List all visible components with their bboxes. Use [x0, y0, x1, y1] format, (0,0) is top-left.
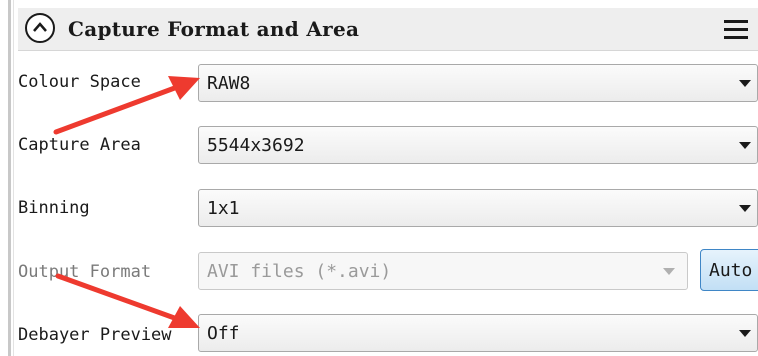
dropdown-arrow-icon — [739, 330, 751, 337]
dropdown-arrow-icon — [739, 142, 751, 149]
colour-space-value: RAW8 — [207, 73, 251, 94]
auto-button[interactable]: Auto — [700, 249, 758, 291]
binning-value: 1x1 — [207, 198, 240, 219]
colour-space-label: Colour Space — [18, 72, 141, 92]
capture-area-select[interactable]: 5544x3692 — [198, 126, 758, 164]
auto-button-label: Auto — [709, 260, 753, 281]
panel-title: Capture Format and Area — [68, 17, 360, 41]
panel-left-border — [8, 0, 11, 356]
chevron-up-icon — [33, 22, 47, 32]
output-format-select: AVI files (*.avi) — [198, 252, 688, 290]
panel-header: Capture Format and Area — [18, 8, 758, 51]
annotation-arrow-debayer-preview — [55, 273, 200, 328]
annotation-arrows — [53, 76, 200, 328]
output-format-value: AVI files (*.avi) — [207, 261, 392, 282]
panel-left-border-inner — [13, 0, 14, 356]
binning-label: Binning — [18, 198, 90, 218]
debayer-preview-value: Off — [207, 323, 240, 344]
debayer-preview-select[interactable]: Off — [198, 314, 758, 352]
dropdown-arrow-icon — [663, 268, 675, 275]
collapse-button[interactable] — [25, 13, 55, 43]
dropdown-arrow-icon — [739, 80, 751, 87]
binning-select[interactable]: 1x1 — [198, 189, 758, 227]
dropdown-arrow-icon — [739, 205, 751, 212]
debayer-preview-label: Debayer Preview — [18, 325, 172, 345]
colour-space-select[interactable]: RAW8 — [198, 64, 758, 102]
capture-area-label: Capture Area — [18, 135, 141, 155]
hamburger-menu-icon[interactable] — [724, 20, 748, 39]
output-format-label: Output Format — [18, 262, 152, 282]
capture-area-value: 5544x3692 — [207, 135, 305, 156]
